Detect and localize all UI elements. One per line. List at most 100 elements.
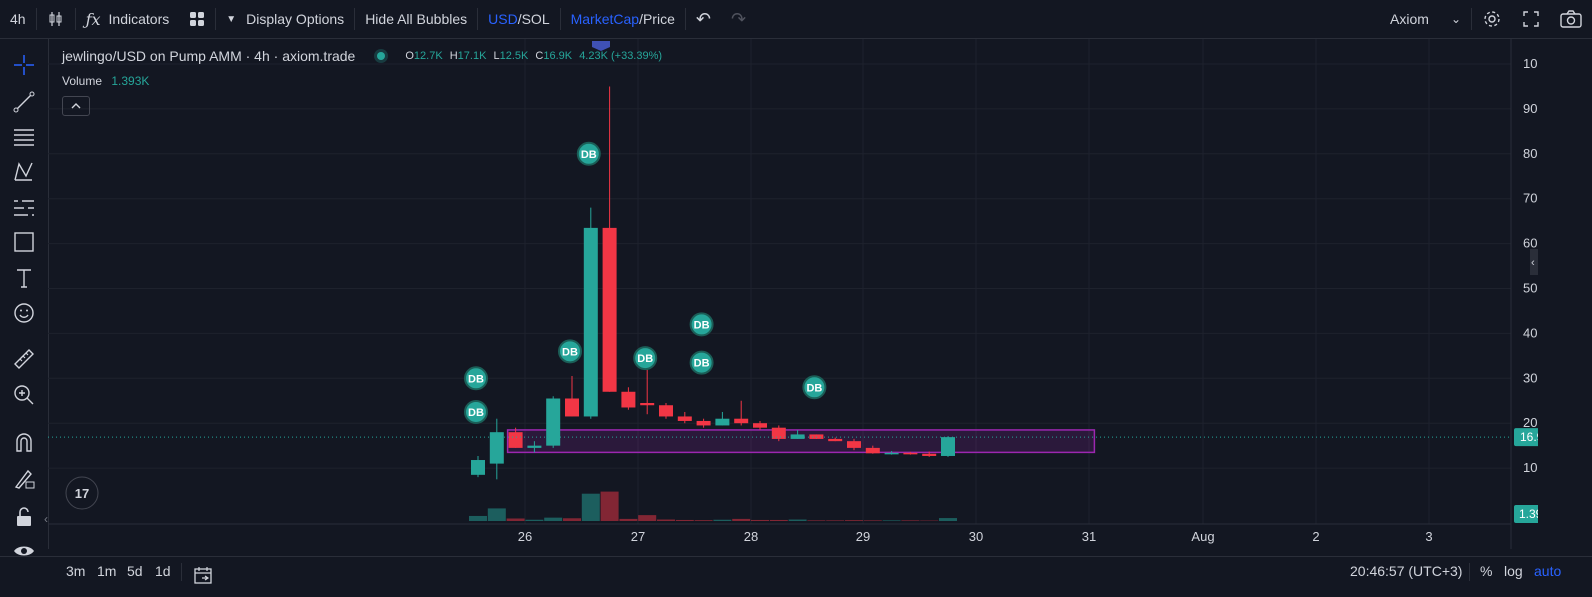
candle-body[interactable] [509,432,523,448]
volume-bar [676,520,694,521]
undo-icon[interactable]: ↶ [686,0,721,38]
candle-body[interactable] [772,428,786,439]
hide-bubbles-button[interactable]: Hide All Bubbles [355,0,477,38]
candle-body[interactable] [885,453,899,455]
chevron-up-icon [63,97,89,115]
top-toolbar: 4h ƒx Indicators ▼ Display Options Hide … [0,0,1592,39]
display-options-button[interactable]: ▼ Display Options [216,0,354,38]
db-bubble-label: DB [562,346,578,358]
candle-body[interactable] [734,419,748,423]
auto-toggle[interactable]: auto [1534,557,1561,585]
volume-legend: Volume 1.393K [62,74,149,88]
chevron-down-icon: ⌄ [1451,12,1461,26]
text-icon[interactable] [12,266,36,290]
range-3m[interactable]: 3m [66,557,85,585]
redo-icon[interactable]: ↷ [721,0,756,38]
fullscreen-icon[interactable] [1512,0,1550,38]
time-tick-label: 31 [1082,529,1096,544]
support-zone-rectangle[interactable] [508,430,1095,452]
db-bubble-label: DB [468,407,484,419]
volume-bar [770,520,788,521]
db-bubble-label: DB [694,358,710,370]
bottom-divider [1469,563,1470,581]
rectangle-icon[interactable] [12,230,36,254]
ruler-icon[interactable] [12,347,36,371]
fib-icon[interactable] [12,125,36,149]
gear-icon[interactable] [1472,0,1512,38]
candle-body[interactable] [903,453,917,455]
currency-sol: SOL [522,11,550,27]
volume-bar [713,520,731,521]
price-tick-label: 70K [1523,191,1538,206]
emoji-icon[interactable] [12,301,36,325]
magnet-icon[interactable] [12,431,36,455]
candle-body[interactable] [922,454,936,456]
camera-icon[interactable] [1550,0,1592,38]
candle-body[interactable] [546,399,560,446]
range-1m[interactable]: 1m [97,557,116,585]
volume-bar [695,520,713,521]
time-tick-label: Aug [1191,529,1214,544]
metric-price: Price [643,11,675,27]
candle-body[interactable] [847,441,861,448]
currency-usd: USD [488,11,518,27]
candle-body[interactable] [753,423,767,427]
bottom-toolbar: 3m 1m 5d 1d 20:46:57 (UTC+3) % log auto [0,556,1592,597]
clock[interactable]: 20:46:57 (UTC+3) [1350,557,1462,585]
price-tick-label: 60K [1523,236,1538,251]
tradingview-logo-mark: 17 [75,486,89,501]
lock-draw-icon[interactable] [12,467,36,491]
percent-toggle[interactable]: % [1480,557,1492,585]
projection-icon[interactable] [12,196,36,220]
candle-body[interactable] [697,421,711,425]
pattern-icon[interactable] [12,160,36,184]
range-1d[interactable]: 1d [155,557,171,585]
price-tick-label: 80K [1523,146,1538,161]
chevron-left-icon: ‹ [1531,257,1535,269]
candle-body[interactable] [866,448,880,453]
candle-body[interactable] [640,403,654,405]
volume-bar [732,519,750,521]
symbol-title[interactable]: jewlingo/USD on Pump AMM · 4h · axiom.tr… [62,48,355,64]
candles-icon[interactable] [37,0,75,38]
candle-body[interactable] [715,419,729,426]
candle-body[interactable] [527,446,541,448]
legend-collapse-button[interactable] [62,96,90,116]
volume-bar [845,520,863,521]
metric-toggle[interactable]: MarketCap/Price [561,0,685,38]
interval-button[interactable]: 4h [0,0,36,38]
range-5d[interactable]: 5d [127,557,143,585]
trendline-icon[interactable] [12,90,36,114]
candle-body[interactable] [828,439,842,441]
db-bubble-label: DB [468,373,484,385]
status-dot [377,52,385,60]
candle-body[interactable] [941,437,955,456]
candle-body[interactable] [621,392,635,408]
layout-selector[interactable]: Axiom ⌄ [1380,0,1471,38]
candle-body[interactable] [678,416,692,420]
candle-body[interactable] [659,405,673,416]
zoom-icon[interactable] [12,383,36,407]
candle-body[interactable] [471,460,485,475]
price-tick-label: 40K [1523,325,1538,340]
volume-bar [638,515,656,521]
db-bubble-label: DB [806,382,822,394]
indicators-button[interactable]: ƒx Indicators [76,0,180,38]
volume-bar [507,518,525,521]
price-tick-label: 10K [1523,460,1538,475]
time-tick-label: 28 [744,529,758,544]
templates-icon[interactable] [179,0,215,38]
candle-body[interactable] [584,228,598,417]
ohlc-values: O12.7K H17.1K L12.5K C16.9K 4.23K (+33.3… [405,50,662,62]
candle-body[interactable] [603,228,617,392]
lock-icon[interactable] [12,505,36,529]
currency-toggle[interactable]: USD/SOL [478,0,559,38]
candle-body[interactable] [565,399,579,417]
log-toggle[interactable]: log [1504,557,1523,585]
crosshair-icon[interactable] [12,53,36,77]
bottom-divider [181,563,182,581]
price-chart[interactable]: DBDBDBDBDBDBDBDB100K90K80K70K60K50K40K30… [48,39,1538,549]
calendar-icon[interactable] [193,561,213,589]
volume-bar [469,516,487,521]
time-tick-label: 29 [856,529,870,544]
